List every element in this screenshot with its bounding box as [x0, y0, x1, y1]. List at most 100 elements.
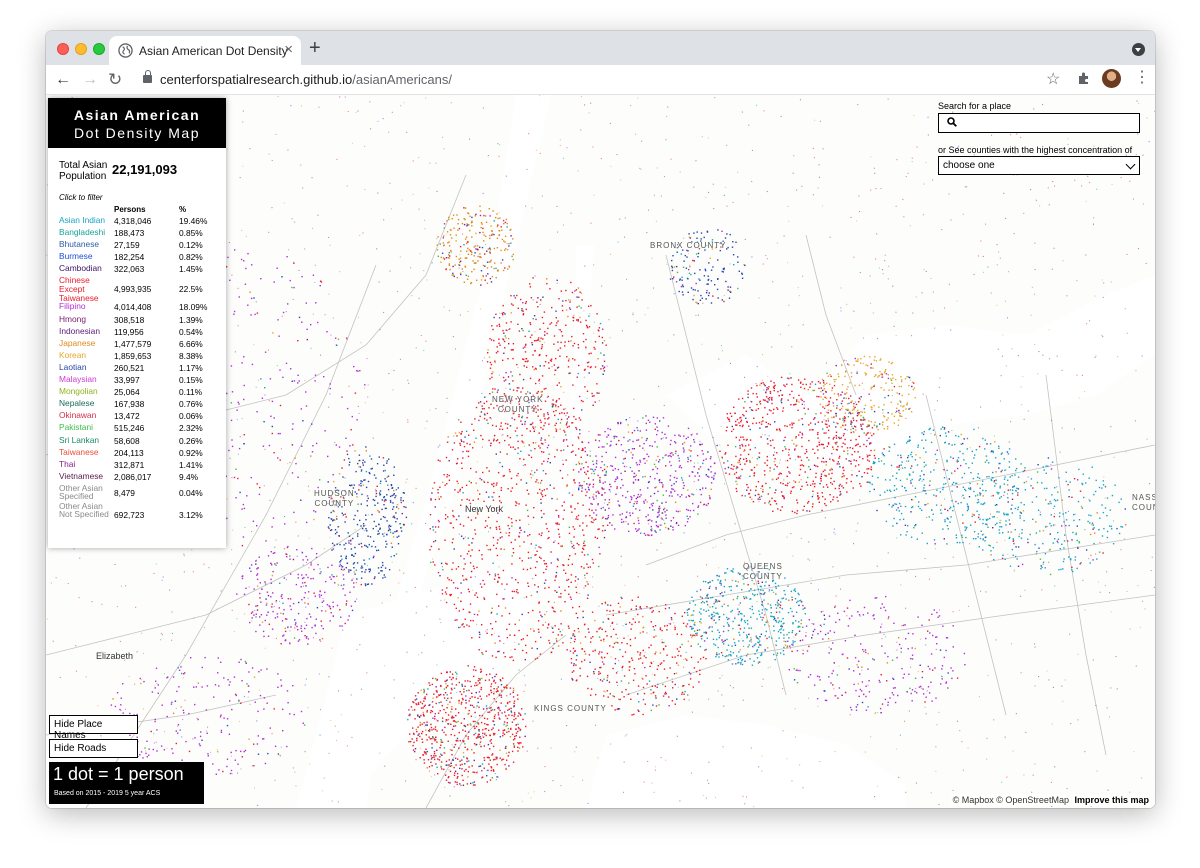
zoom-window-button[interactable]	[93, 43, 105, 55]
population-dot	[455, 255, 458, 258]
population-dot	[555, 422, 557, 425]
population-dot	[683, 693, 685, 695]
population-dot	[494, 575, 497, 577]
population-dot	[499, 217, 501, 219]
tab-active[interactable]: Asian American Dot Density ×	[109, 36, 301, 65]
population-dot	[502, 729, 504, 732]
population-dot	[503, 686, 505, 688]
population-dot	[428, 766, 431, 768]
population-dot	[522, 718, 524, 721]
population-dot	[499, 640, 501, 642]
population-dot	[929, 480, 931, 482]
population-dot	[763, 383, 765, 386]
forward-icon[interactable]: →	[82, 70, 98, 90]
profile-avatar[interactable]	[1102, 69, 1121, 88]
population-dot	[424, 752, 426, 754]
population-dot	[776, 652, 779, 654]
population-dot	[631, 657, 633, 659]
population-dot	[558, 382, 560, 384]
population-dot	[765, 630, 767, 633]
population-dot	[579, 667, 581, 670]
population-dot	[362, 462, 364, 464]
population-dot	[850, 439, 852, 442]
chrome-menu-icon[interactable]: ⋮	[1134, 69, 1150, 87]
population-dot	[961, 476, 963, 479]
population-dot	[809, 386, 811, 388]
population-dot	[577, 287, 580, 289]
population-dot	[622, 462, 624, 464]
population-dot	[434, 498, 437, 501]
population-dot	[905, 534, 907, 536]
close-tab-icon[interactable]: ×	[284, 41, 293, 59]
population-dot	[540, 534, 542, 537]
population-dot	[479, 415, 481, 418]
population-dot	[353, 562, 356, 564]
population-dot	[573, 670, 575, 672]
population-dot	[893, 485, 896, 487]
population-dot	[634, 475, 636, 478]
population-dot	[812, 429, 814, 431]
population-dot	[489, 237, 491, 240]
population-dot	[825, 390, 827, 393]
population-dot	[803, 387, 806, 390]
population-dot	[477, 255, 479, 258]
reload-icon[interactable]: ↻	[108, 70, 122, 90]
population-dot	[737, 613, 740, 616]
back-icon[interactable]: ←	[55, 70, 71, 90]
population-dot	[562, 300, 564, 302]
population-dot	[487, 349, 489, 351]
population-dot	[504, 313, 506, 315]
population-dot	[477, 498, 479, 500]
population-dot	[612, 628, 615, 630]
map-viewport[interactable]: BRONX COUNTY NEW YORK COUNTY New York HU…	[46, 95, 1155, 808]
population-dot	[496, 520, 498, 523]
population-dot	[516, 434, 518, 437]
minimize-window-button[interactable]	[75, 43, 87, 55]
population-dot	[572, 679, 574, 681]
new-tab-icon[interactable]: +	[309, 38, 321, 58]
population-dot	[591, 468, 594, 471]
population-dot	[517, 730, 519, 733]
population-dot	[727, 655, 729, 657]
address-bar[interactable]: centerforspatialresearch.github.io/asian…	[160, 72, 452, 87]
population-dot	[490, 769, 493, 772]
population-dot	[992, 471, 994, 474]
population-dot	[660, 524, 662, 526]
population-dot	[598, 335, 600, 338]
population-dot	[598, 440, 601, 442]
bookmark-star-icon[interactable]: ☆	[1046, 69, 1060, 89]
extensions-icon[interactable]	[1077, 71, 1091, 85]
population-dot	[677, 524, 680, 527]
population-dot	[490, 225, 492, 227]
population-dot	[491, 677, 494, 679]
population-dot	[791, 383, 793, 386]
population-dot	[790, 490, 792, 492]
population-dot	[525, 358, 527, 360]
close-window-button[interactable]	[57, 43, 69, 55]
lock-icon[interactable]	[143, 70, 152, 83]
population-dot	[486, 467, 488, 469]
population-dot	[904, 524, 907, 526]
population-dot	[655, 605, 658, 607]
population-dot	[780, 624, 783, 627]
population-dot	[441, 589, 444, 591]
population-dot	[913, 527, 915, 529]
population-dot	[416, 730, 418, 733]
population-dot	[590, 352, 592, 354]
population-dot	[373, 540, 375, 542]
population-dot	[473, 666, 476, 668]
population-dot	[713, 602, 715, 605]
population-dot	[544, 400, 547, 402]
population-dot	[727, 418, 730, 420]
population-dot	[536, 479, 538, 481]
population-dot	[741, 425, 744, 428]
population-dot	[800, 601, 803, 603]
population-dot	[954, 443, 956, 446]
population-dot	[900, 464, 902, 466]
population-dot	[910, 453, 912, 456]
population-dot	[556, 558, 559, 560]
population-dot	[637, 613, 639, 616]
tab-search-icon[interactable]	[1132, 43, 1145, 56]
population-dot	[723, 613, 725, 616]
population-dot	[556, 523, 558, 525]
